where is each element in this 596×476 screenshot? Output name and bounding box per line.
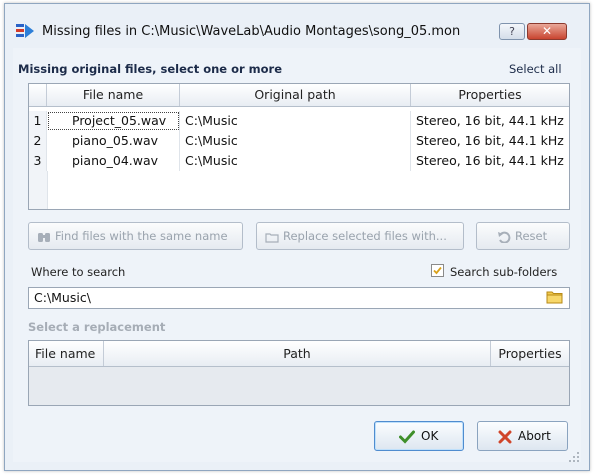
- column-header-properties[interactable]: Properties: [491, 341, 569, 366]
- replace-selected-button[interactable]: Replace selected files with...: [256, 222, 464, 250]
- red-x-icon: [498, 430, 512, 444]
- column-header-path[interactable]: Path: [104, 341, 491, 366]
- help-button[interactable]: ?: [499, 23, 525, 40]
- find-same-name-label: Find files with the same name: [55, 229, 228, 243]
- missing-files-table-header: File name Original path Properties: [29, 84, 569, 107]
- original-path-cell[interactable]: C:\Music: [180, 131, 411, 151]
- green-check-icon: [399, 430, 415, 444]
- column-header-file-name[interactable]: File name: [29, 341, 104, 366]
- folder-replace-icon: [265, 232, 279, 243]
- file-name-cell[interactable]: piano_04.wav: [47, 151, 180, 171]
- window-title: Missing files in C:\Music\WaveLab\Audio …: [42, 24, 461, 39]
- table-row[interactable]: 3 piano_04.wav C:\Music Stereo, 16 bit, …: [29, 151, 569, 171]
- abort-button[interactable]: Abort: [477, 421, 568, 451]
- reset-label: Reset: [515, 229, 548, 243]
- column-header-original-path[interactable]: Original path: [180, 84, 411, 106]
- file-name-cell[interactable]: piano_05.wav: [47, 131, 180, 151]
- resize-grip-icon[interactable]: [567, 450, 581, 464]
- row-number: 2: [29, 131, 47, 151]
- file-name-cell[interactable]: Project_05.wav: [47, 111, 180, 131]
- row-number: 1: [29, 111, 47, 131]
- title-bar[interactable]: Missing files in C:\Music\WaveLab\Audio …: [5, 4, 589, 46]
- original-path-cell[interactable]: C:\Music: [180, 111, 411, 131]
- browse-folder-icon[interactable]: [546, 290, 563, 304]
- replace-selected-label: Replace selected files with...: [283, 229, 447, 243]
- properties-cell[interactable]: Stereo, 16 bit, 44.1 kHz: [411, 111, 569, 131]
- select-all-link[interactable]: Select all: [509, 62, 562, 76]
- abort-label: Abort: [518, 429, 551, 443]
- reset-button[interactable]: Reset: [476, 222, 570, 250]
- checkmark-icon: [433, 266, 442, 275]
- original-path-cell[interactable]: C:\Music: [180, 151, 411, 171]
- missing-files-heading: Missing original files, select one or mo…: [18, 62, 283, 76]
- search-subfolders-checkbox[interactable]: [431, 264, 444, 277]
- table-row[interactable]: 2 piano_05.wav C:\Music Stereo, 16 bit, …: [29, 131, 569, 151]
- ok-button[interactable]: OK: [374, 421, 464, 451]
- ok-label: OK: [421, 429, 439, 443]
- row-number-gutter: [29, 171, 48, 209]
- undo-arrow-icon: [498, 231, 511, 243]
- search-subfolders-label[interactable]: Search sub-folders: [450, 265, 557, 279]
- replacement-table[interactable]: File name Path Properties: [28, 340, 570, 406]
- properties-cell[interactable]: Stereo, 16 bit, 44.1 kHz: [411, 131, 569, 151]
- column-header-properties[interactable]: Properties: [411, 84, 569, 106]
- binoculars-icon: [38, 232, 50, 242]
- replacement-table-header: File name Path Properties: [29, 341, 569, 367]
- properties-cell[interactable]: Stereo, 16 bit, 44.1 kHz: [411, 151, 569, 171]
- close-button[interactable]: ✕: [527, 23, 567, 40]
- where-to-search-label: Where to search: [31, 265, 126, 279]
- row-number: 3: [29, 151, 47, 171]
- search-path-field[interactable]: C:\Music\: [28, 287, 570, 309]
- find-same-name-button[interactable]: Find files with the same name: [28, 222, 243, 250]
- table-row[interactable]: 1 Project_05.wav C:\Music Stereo, 16 bit…: [29, 111, 569, 131]
- row-number-header: [29, 84, 47, 106]
- missing-files-table[interactable]: File name Original path Properties 1 Pro…: [28, 83, 570, 210]
- column-header-file-name[interactable]: File name: [47, 84, 180, 106]
- wavelab-app-icon: [16, 24, 34, 38]
- select-replacement-heading: Select a replacement: [28, 320, 166, 334]
